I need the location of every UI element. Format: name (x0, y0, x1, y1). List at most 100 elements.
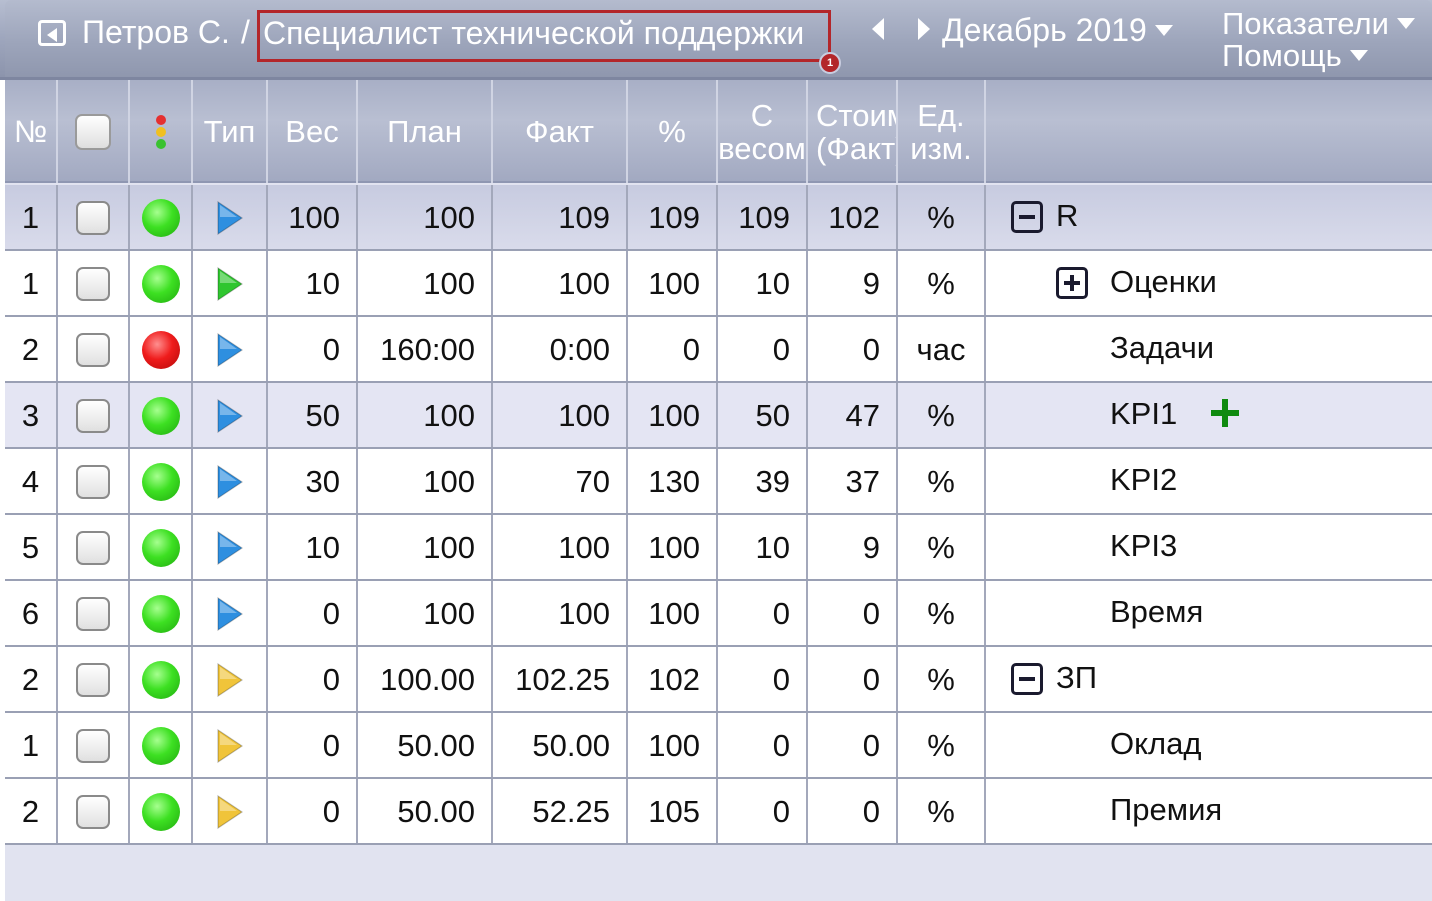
col-header-no[interactable]: № (5, 80, 58, 183)
col-header-status[interactable] (130, 80, 193, 183)
col-header-percent[interactable]: % (628, 80, 718, 183)
row-checkbox[interactable] (76, 399, 110, 433)
cell-weight: 0 (268, 581, 358, 645)
cell-weight: 0 (268, 713, 358, 777)
prev-period-icon[interactable] (872, 18, 886, 40)
cell-status (130, 317, 193, 381)
cell-fact: 100 (493, 383, 628, 447)
row-checkbox[interactable] (76, 795, 110, 829)
cell-percent: 102 (628, 647, 718, 711)
col-header-type[interactable]: Тип (193, 80, 268, 183)
row-name[interactable]: Время (1110, 594, 1203, 630)
period-dropdown[interactable]: Декабрь 2019 (942, 12, 1173, 49)
col-header-name[interactable] (986, 80, 1432, 183)
cell-select (58, 581, 130, 645)
col-header-select[interactable] (58, 80, 130, 183)
menu-help-label: Помощь (1222, 38, 1342, 73)
cell-percent: 130 (628, 449, 718, 513)
cell-cost: 9 (808, 251, 898, 315)
row-name[interactable]: KPI3 (1110, 528, 1177, 564)
table-row[interactable]: 2 0 100.00 102.25 102 0 0% ЗП (5, 647, 1432, 713)
cell-type (193, 185, 268, 249)
row-checkbox[interactable] (76, 333, 110, 367)
cell-weighted: 50 (718, 383, 808, 447)
col-header-cost[interactable]: Стоимость (Факт) (808, 80, 898, 183)
status-red-light-icon (141, 331, 180, 369)
breadcrumb-user[interactable]: Петров С. (82, 14, 230, 51)
table-row[interactable]: 2 0 50.00 52.25 105 0 0% Премия (5, 779, 1432, 845)
cell-name: KPI3 (986, 515, 1432, 579)
period-label: Декабрь 2019 (942, 12, 1147, 48)
menu-help[interactable]: Помощь (1222, 38, 1368, 74)
table-row[interactable]: 6 0 100 100 100 0 0% Время (5, 581, 1432, 647)
table-row[interactable]: 1 100 100 109 109 109 102% R (5, 185, 1432, 251)
collapse-icon[interactable] (1011, 201, 1043, 233)
cell-weighted: 0 (718, 317, 808, 381)
breadcrumb-position-title[interactable]: Специалист технической поддержки (257, 10, 831, 62)
cell-cost: 9 (808, 515, 898, 579)
cell-fact: 52.25 (493, 779, 628, 843)
cell-no: 1 (5, 185, 58, 249)
cell-name: Премия (986, 779, 1432, 843)
menu-indicators[interactable]: Показатели (1222, 6, 1415, 42)
col-header-plan[interactable]: План (358, 80, 493, 183)
cell-select (58, 713, 130, 777)
collapse-icon[interactable] (1011, 663, 1043, 695)
col-header-weighted[interactable]: С весом (718, 80, 808, 183)
cell-name: Оклад (986, 713, 1432, 777)
row-checkbox[interactable] (76, 729, 110, 763)
back-icon[interactable] (38, 20, 66, 46)
select-all-checkbox[interactable] (75, 113, 111, 150)
row-name[interactable]: KPI1 (1110, 396, 1177, 432)
type-blue-play-icon (216, 596, 243, 632)
add-plus-icon[interactable] (1211, 399, 1239, 427)
cell-weight: 100 (268, 185, 358, 249)
row-name[interactable]: KPI2 (1110, 462, 1177, 498)
table-row[interactable]: 2 0 160:00 0:00 0 0 0 час Задачи (5, 317, 1432, 383)
cell-name: KPI1 (986, 383, 1432, 447)
table-row[interactable]: 3 50 100 100 100 50 47% KPI1 (5, 383, 1432, 449)
col-header-unit[interactable]: Ед. изм. (898, 80, 986, 183)
row-checkbox[interactable] (76, 663, 110, 697)
menu-indicators-label: Показатели (1222, 6, 1389, 41)
cell-plan: 100 (358, 383, 493, 447)
col-header-fact[interactable]: Факт (493, 80, 628, 183)
row-name[interactable]: R (1056, 198, 1078, 234)
cell-percent: 109 (628, 185, 718, 249)
cell-weight: 0 (268, 317, 358, 381)
col-header-weight[interactable]: Вес (268, 80, 358, 183)
cell-name: ЗП (986, 647, 1432, 711)
row-name[interactable]: Оценки (1110, 264, 1217, 300)
cell-no: 5 (5, 515, 58, 579)
cell-no: 1 (5, 713, 58, 777)
row-checkbox[interactable] (76, 201, 110, 235)
cell-fact: 100 (493, 515, 628, 579)
cell-status (130, 185, 193, 249)
cell-weight: 30 (268, 449, 358, 513)
cell-unit: % (898, 779, 986, 843)
table-row[interactable]: 1 0 50.00 50.00 100 0 0% Оклад (5, 713, 1432, 779)
table-row[interactable]: 4 30 100 70 130 39 37% KPI2 (5, 449, 1432, 515)
row-checkbox[interactable] (76, 465, 110, 499)
cell-type (193, 383, 268, 447)
row-name[interactable]: ЗП (1056, 660, 1097, 696)
table-row[interactable]: 5 10 100 100 100 10 9% KPI3 (5, 515, 1432, 581)
type-yellow-play-icon (216, 662, 243, 698)
traffic-light-icon (155, 114, 166, 149)
cell-select (58, 647, 130, 711)
status-green-light-icon (141, 727, 180, 765)
row-name[interactable]: Премия (1110, 792, 1222, 828)
cell-weight: 0 (268, 779, 358, 843)
row-checkbox[interactable] (76, 267, 110, 301)
cell-weighted: 0 (718, 713, 808, 777)
next-period-icon[interactable] (916, 18, 930, 40)
expand-icon[interactable] (1056, 267, 1088, 299)
row-name[interactable]: Задачи (1110, 330, 1214, 366)
row-name[interactable]: Оклад (1110, 726, 1201, 762)
cell-fact: 100 (493, 251, 628, 315)
row-checkbox[interactable] (76, 597, 110, 631)
table-row[interactable]: 1 10 100 100 100 10 9% Оценки (5, 251, 1432, 317)
cell-plan: 100 (358, 185, 493, 249)
cell-percent: 100 (628, 713, 718, 777)
row-checkbox[interactable] (76, 531, 110, 565)
